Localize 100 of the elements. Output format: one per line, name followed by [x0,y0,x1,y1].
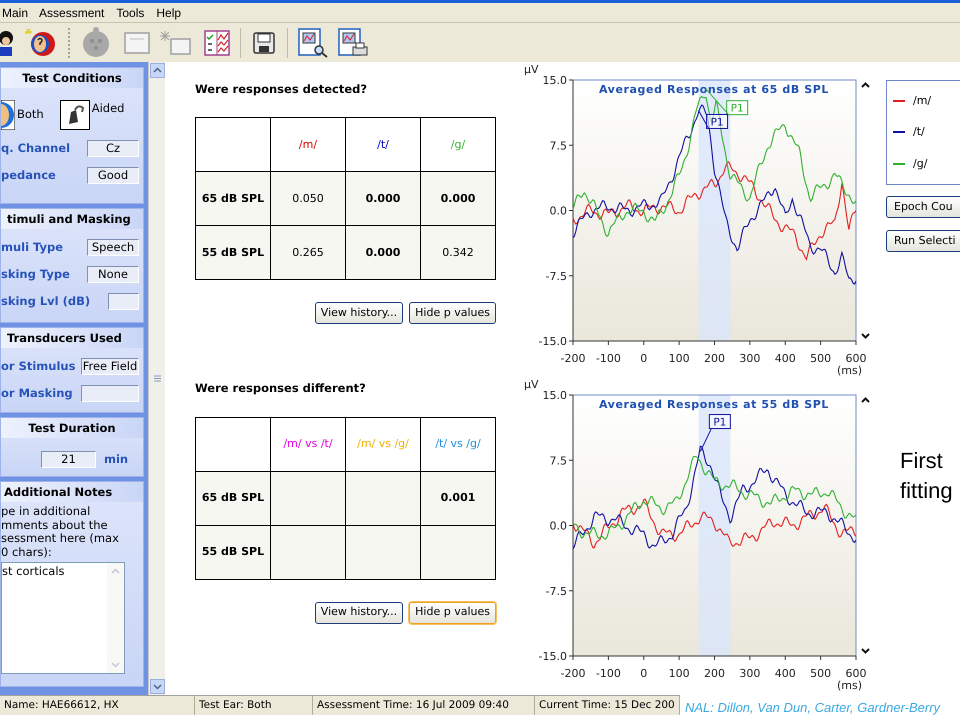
help-head-icon[interactable] [24,26,56,58]
input-field[interactable]: 21 [41,451,96,468]
peak-marker: P1 [726,100,748,116]
tick-label: 200 [704,667,725,680]
menu-item[interactable]: Help [156,4,182,22]
tick-label: -100 [596,352,621,365]
scroll-down-icon[interactable] [861,333,870,339]
row-header: 65 dB SPL [196,172,270,226]
row-header: 55 dB SPL [196,525,270,579]
column-header: /m/ vs /g/ [346,417,420,471]
legend-label: /g/ [913,156,928,172]
status-field: Test Ear: Both [195,696,313,715]
table-cell: 0.000 [346,226,420,280]
scroll-up-icon[interactable] [861,82,870,88]
tick-label: 0.0 [550,520,567,532]
panel-title: timuli and Masking [1,209,143,229]
tick-label: -100 [596,667,621,680]
column-header: /t/ vs /g/ [420,417,496,471]
tick-label: -200 [560,352,586,365]
notes-scrollbar[interactable] [107,563,124,673]
input-field[interactable]: Good [87,167,139,184]
side-button[interactable]: Epoch Cou [886,196,960,218]
field-label: q. Channel [1,140,70,157]
section-title: Were responses detected? [195,81,368,98]
column-header: /m/ [270,118,346,172]
tick-label: 15.0 [542,389,567,402]
panel-title: Test Duration [1,418,143,438]
field-label: sking Lvl (dB) [1,292,90,310]
peak-marker: P1 [708,414,731,430]
tick-label: -7.5 [546,584,567,598]
status-field: Name: HAE66612, HX [0,696,195,715]
tick-label: 300 [739,667,760,680]
status-field: Assessment Time: 16 Jul 2009 09:40 [313,696,535,715]
legend-label: /m/ [913,92,932,109]
option-label: Both [17,106,44,124]
tick-label: -15.0 [538,335,567,348]
slide-caption: First fitting [900,447,954,505]
checklist-chart-icon[interactable] [204,30,230,56]
tick-label: 300 [739,352,760,365]
axis-unit: µV [524,63,539,76]
dialog-button[interactable]: Hide p values [409,302,496,324]
input-field[interactable]: None [87,266,139,283]
scroll-down-icon[interactable] [861,648,870,654]
tick-label: 600 [846,667,866,680]
tick-label: 100 [668,352,690,365]
tick-label: 100 [668,667,690,680]
tick-label: -15.0 [538,650,567,663]
side-button[interactable]: Run Selecti [886,230,960,252]
dialog-button[interactable]: View history... [314,602,404,624]
input-field[interactable]: Cz [87,140,139,157]
print-preview-icon[interactable] [298,28,328,58]
column-header: /g/ [420,118,496,172]
credit-text: NAL: Dillon, Van Dun, Carter, Gardner-Berry [684,699,940,717]
ear-icon[interactable] [1,100,15,130]
axis-unit: (ms) [836,364,862,377]
input-field[interactable]: Speech [87,239,139,256]
prompt-text: pe in additional [1,505,92,518]
notes-field[interactable]: st corticals [1,562,125,674]
input-field[interactable]: Free Field [81,358,139,375]
scrollbar[interactable] [148,62,165,695]
tick-label: 0 [640,667,648,680]
table-cell: 0.000 [346,172,420,226]
chart-title: Averaged Responses at 65 dB SPL [598,83,830,96]
dialog-button[interactable]: View history... [314,302,404,324]
panel-title: Additional Notes [1,482,143,502]
tick-label: 7.5 [550,454,567,468]
field-label: pedance [1,166,56,184]
save-icon[interactable] [253,32,275,54]
column-header: /t/ [346,118,420,172]
tick-label: 500 [810,352,832,365]
prompt-text: 0 chars): [1,546,53,559]
field-label: or Masking [1,384,73,402]
row-header: 65 dB SPL [196,471,270,525]
menu-item[interactable]: Main [2,4,28,22]
axis-unit: µV [524,378,539,391]
tick-label: 15.0 [542,74,567,87]
section-title: Were responses different? [195,380,367,398]
table-cell: 0.265 [270,226,346,280]
row-header: 55 dB SPL [196,226,270,280]
peak-marker: P1 [706,114,728,129]
tick-label: 0.0 [550,204,567,218]
dialog-button[interactable]: Hide p values [409,602,496,624]
device-icon[interactable] [80,26,112,58]
menu-item[interactable]: Tools [116,4,144,22]
input-field[interactable] [108,293,139,310]
field-label: or Stimulus [1,358,76,375]
panel-title: Test Conditions [1,68,143,88]
tick-label: 600 [846,352,866,365]
input-field[interactable] [81,385,139,402]
status-field: Current Time: 15 Dec 200 [535,696,680,715]
tick-label: 7.5 [550,139,567,152]
table-cell: 0.342 [420,226,496,280]
scroll-up-icon[interactable] [861,397,870,403]
hearing-aid-icon[interactable] [60,100,90,130]
table-cell: 0.001 [420,471,496,525]
tick-label: 200 [704,352,725,365]
axis-unit: (ms) [836,679,862,692]
print-icon[interactable] [338,28,368,58]
menu-item[interactable]: Assessment [39,4,104,22]
unit-label: min [104,451,128,468]
